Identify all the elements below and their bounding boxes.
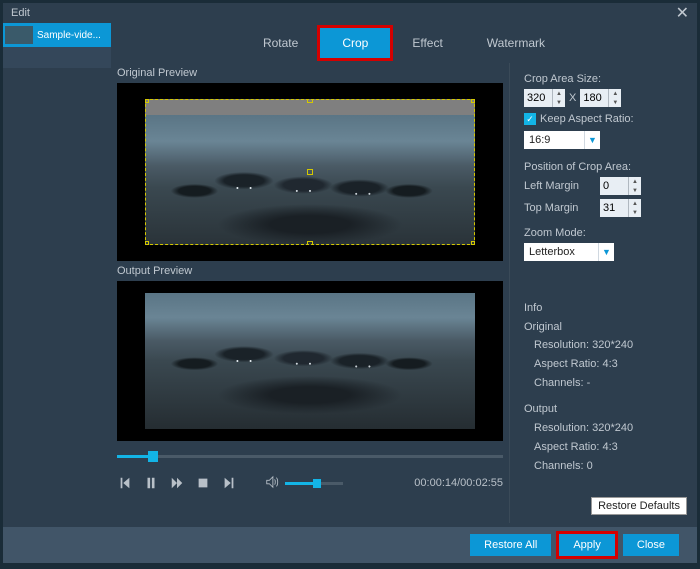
output-channels: Channels: 0 (524, 457, 687, 476)
volume-control (265, 475, 343, 492)
top-up-icon[interactable]: ▲ (629, 199, 641, 208)
close-icon[interactable]: ✕ (676, 3, 689, 23)
chevron-down-icon[interactable]: ▼ (598, 243, 614, 261)
info-heading: Info (524, 299, 687, 318)
crop-handle-tl[interactable] (145, 99, 149, 103)
volume-thumb[interactable] (313, 479, 321, 488)
left-up-icon[interactable]: ▲ (629, 177, 641, 186)
keep-ratio-label: Keep Aspect Ratio: (540, 113, 634, 125)
size-x: X (569, 92, 576, 104)
skip-back-button[interactable] (117, 475, 133, 491)
original-heading: Original (524, 318, 687, 337)
output-resolution: Resolution: 320*240 (524, 419, 687, 438)
original-aspect: Aspect Ratio: 4:3 (524, 355, 687, 374)
crop-handle-bl[interactable] (145, 241, 149, 245)
zoom-mode-select[interactable]: Letterbox ▼ (524, 243, 614, 261)
keep-ratio-checkbox[interactable]: ✓ (524, 113, 536, 125)
playback-controls: 00:00:14/00:02:55 (117, 469, 503, 497)
crop-height-spinner[interactable]: ▲▼ (580, 89, 621, 107)
preview-area: Original Preview (111, 63, 509, 523)
top-margin-label: Top Margin (524, 202, 594, 214)
tab-effect[interactable]: Effect (390, 28, 464, 58)
original-video-frame (145, 99, 475, 245)
fast-forward-button[interactable] (169, 475, 185, 491)
clip-sidebar: Sample-vide... (3, 23, 111, 68)
pause-button[interactable] (143, 475, 159, 491)
tab-rotate[interactable]: Rotate (241, 28, 320, 58)
timeline[interactable] (117, 447, 503, 467)
left-margin-input[interactable] (600, 180, 628, 192)
window-title: Edit (11, 7, 30, 19)
volume-fill (285, 482, 314, 485)
volume-icon[interactable] (265, 475, 279, 492)
zoom-mode-value: Letterbox (524, 246, 598, 258)
top-down-icon[interactable]: ▼ (629, 208, 641, 217)
crop-settings-panel: Crop Area Size: ▲▼ X ▲▼ ✓ Keep Aspect Ra… (509, 63, 697, 523)
crop-handle-tc[interactable] (307, 99, 313, 103)
edit-tabs: Rotate Crop Effect Watermark (111, 28, 697, 58)
crop-width-spinner[interactable]: ▲▼ (524, 89, 565, 107)
edit-window: Edit ✕ Sample-vide... Rotate Crop Effect… (3, 3, 697, 563)
output-preview-label: Output Preview (111, 261, 509, 281)
timeline-thumb[interactable] (148, 451, 158, 462)
output-video-frame (145, 293, 475, 429)
titlebar: Edit ✕ (3, 3, 697, 23)
tab-watermark[interactable]: Watermark (465, 28, 567, 58)
output-heading: Output (524, 400, 687, 419)
output-video-scene (145, 293, 475, 429)
time-display: 00:00:14/00:02:55 (414, 477, 503, 489)
timeline-track (117, 455, 503, 458)
restore-all-button[interactable]: Restore All (470, 534, 551, 556)
original-preview-label: Original Preview (111, 63, 509, 83)
original-preview (117, 83, 503, 261)
left-margin-label: Left Margin (524, 180, 594, 192)
volume-slider[interactable] (285, 482, 343, 485)
original-channels: Channels: - (524, 374, 687, 393)
chevron-down-icon[interactable]: ▼ (584, 131, 600, 149)
height-up-icon[interactable]: ▲ (609, 89, 621, 98)
crop-size-label: Crop Area Size: (524, 73, 687, 85)
crop-handle-tr[interactable] (471, 99, 475, 103)
crop-handle-bc[interactable] (307, 241, 313, 245)
stop-button[interactable] (195, 475, 211, 491)
clip-thumbnail-item[interactable]: Sample-vide... (3, 23, 111, 47)
width-up-icon[interactable]: ▲ (553, 89, 565, 98)
aspect-ratio-value: 16:9 (524, 134, 584, 146)
clip-thumbnail-icon (5, 26, 33, 44)
original-resolution: Resolution: 320*240 (524, 336, 687, 355)
crop-height-input[interactable] (580, 92, 608, 104)
crop-width-input[interactable] (524, 92, 552, 104)
crop-handle-center[interactable] (307, 169, 313, 175)
top-margin-spinner[interactable]: ▲▼ (600, 199, 641, 217)
skip-forward-button[interactable] (221, 475, 237, 491)
width-down-icon[interactable]: ▼ (553, 98, 565, 107)
tab-crop[interactable]: Crop (320, 28, 390, 58)
clip-thumbnail-label: Sample-vide... (37, 30, 101, 41)
position-label: Position of Crop Area: (524, 161, 687, 173)
restore-defaults-button[interactable]: Restore Defaults (591, 497, 687, 515)
crop-rectangle[interactable] (145, 99, 475, 245)
height-down-icon[interactable]: ▼ (609, 98, 621, 107)
aspect-ratio-select[interactable]: 16:9 ▼ (524, 131, 600, 149)
top-margin-input[interactable] (600, 202, 628, 214)
apply-button[interactable]: Apply (559, 534, 615, 556)
close-button[interactable]: Close (623, 534, 679, 556)
left-down-icon[interactable]: ▼ (629, 186, 641, 195)
crop-handle-br[interactable] (471, 241, 475, 245)
info-block: Info Original Resolution: 320*240 Aspect… (524, 299, 687, 475)
output-aspect: Aspect Ratio: 4:3 (524, 438, 687, 457)
zoom-mode-label: Zoom Mode: (524, 227, 687, 239)
output-preview (117, 281, 503, 441)
left-margin-spinner[interactable]: ▲▼ (600, 177, 641, 195)
footer-bar: Restore All Apply Close (3, 527, 697, 563)
